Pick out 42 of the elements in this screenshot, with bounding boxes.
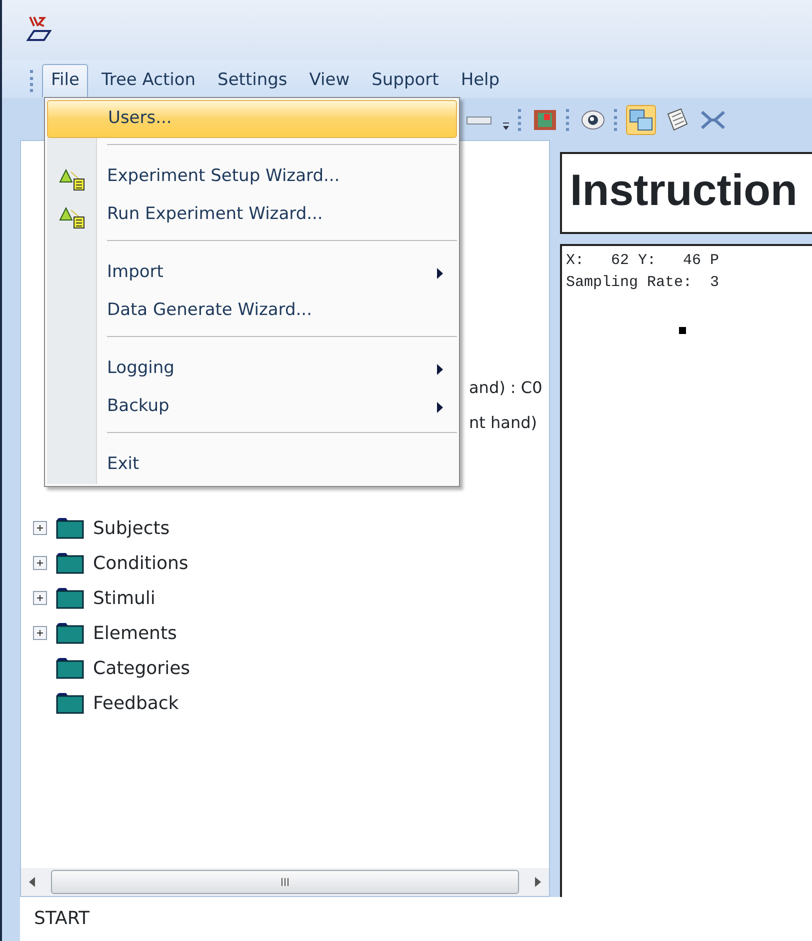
menu-item[interactable]: Help [452,64,509,98]
tree-item-label[interactable]: Stimuli [93,584,156,612]
menu-item[interactable]: Import [47,254,457,292]
readout-text: Sampling Rate: 3 [566,273,720,294]
menu-item[interactable]: Logging [47,350,457,388]
instruction-title: Instruction [560,152,812,234]
menu-item[interactable]: Experiment Setup Wizard... [47,158,457,196]
menu-item[interactable]: Support [362,64,448,98]
tree-item-label[interactable]: Elements [93,620,177,647]
menu-item[interactable]: Users... [47,100,457,138]
menu-item[interactable]: Run Experiment Wizard... [47,196,457,234]
folder-icon [55,586,85,610]
app-logo-icon [24,14,54,44]
folder-icon [55,691,85,716]
expand-button[interactable] [33,521,47,536]
expand-button[interactable] [33,626,47,640]
status-text: START [20,897,812,941]
menu-item[interactable]: View [300,64,359,98]
tree-item-label[interactable]: Subjects [93,514,170,542]
tree-item-label[interactable]: Feedback [93,690,179,717]
menu-item[interactable]: File [42,64,88,98]
tree-item-label[interactable]: nt hand) [469,411,537,436]
menu-item[interactable]: Exit [47,446,457,484]
folder-icon [55,551,85,576]
scroll-left-icon[interactable] [29,877,35,888]
expand-button[interactable] [33,591,47,606]
horizontal-scrollbar[interactable] [21,868,549,896]
folder-icon [55,656,85,680]
scroll-right-icon[interactable] [535,877,541,888]
menu-item[interactable]: Settings [208,64,296,98]
folder-icon [55,621,85,646]
tree-item-label[interactable]: Conditions [93,550,188,577]
scroll-thumb[interactable] [51,870,519,894]
menu-item[interactable]: Data Generate Wizard... [47,292,457,330]
picture-icon[interactable] [626,104,656,135]
menu-item[interactable]: Tree Action [92,64,205,98]
expand-button[interactable] [33,556,47,570]
readout-text: X: 62 Y: 46 P [566,250,720,271]
menu-item[interactable]: Backup [47,388,457,426]
tree-item-label[interactable]: and) : C0 [469,376,542,400]
tree-item-label[interactable]: Categories [93,654,190,682]
folder-icon [55,516,85,540]
